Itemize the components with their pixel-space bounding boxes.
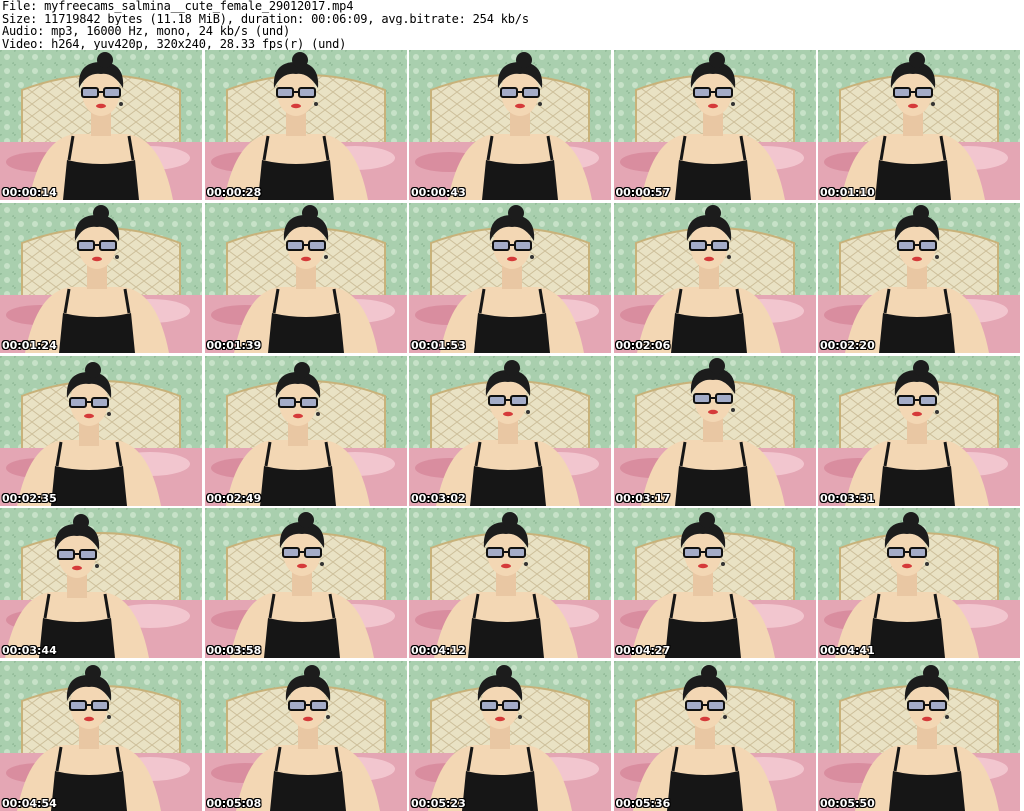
video-thumbnail: 00:03:44 (0, 508, 202, 659)
video-thumbnail: 00:03:58 (204, 508, 407, 659)
thumbnail-timestamp: 00:03:31 (820, 491, 875, 505)
thumbnail-frame-image (204, 661, 407, 811)
thumbnail-frame-image (613, 50, 816, 200)
thumbnail-timestamp: 00:03:02 (411, 491, 466, 505)
thumbnail-frame-image (613, 508, 816, 659)
thumbnail-timestamp: 00:01:10 (820, 186, 875, 199)
video-thumbnail: 00:04:12 (409, 508, 611, 659)
thumbnail-frame-image (613, 202, 816, 353)
thumbnail-timestamp: 00:04:12 (411, 644, 466, 658)
thumbnail-frame-image (818, 355, 1020, 506)
thumbnail-timestamp: 00:04:54 (2, 797, 57, 810)
video-thumbnail: 00:01:39 (204, 202, 407, 353)
thumbnail-frame-image (613, 661, 816, 811)
thumbnail-frame-image (0, 50, 202, 200)
video-thumbnail: 00:04:41 (818, 508, 1020, 659)
thumbnail-frame-image (204, 355, 407, 506)
thumbnail-frame-image (409, 661, 611, 811)
thumbnail-frame-image (0, 661, 202, 811)
video-thumbnail: 00:01:53 (409, 202, 611, 353)
thumbnail-frame-image (204, 202, 407, 353)
thumbnail-timestamp: 00:00:28 (206, 186, 262, 199)
audio-info-line: Audio: mp3, 16000 Hz, mono, 24 kb/s (und… (2, 25, 291, 38)
video-thumbnail: 00:01:10 (818, 50, 1020, 200)
video-thumbnail: 00:03:31 (818, 355, 1020, 506)
thumbnail-timestamp: 00:01:39 (206, 338, 262, 352)
thumbnail-timestamp: 00:03:58 (206, 644, 262, 658)
thumbnail-frame-image (0, 508, 202, 659)
thumbnail-frame-image (409, 355, 611, 506)
thumbnail-frame-image (409, 50, 611, 200)
video-thumbnail: 00:02:06 (613, 202, 816, 353)
thumbnail-grid: 00:00:14 00:00:28 00:00:43 00:00:57 00:0… (0, 50, 1024, 811)
thumbnail-timestamp: 00:04:27 (615, 644, 671, 658)
thumbnail-frame-image (0, 355, 202, 506)
video-thumbnail: 00:04:27 (613, 508, 816, 659)
video-thumbnail: 00:02:49 (204, 355, 407, 506)
thumbnail-timestamp: 00:03:44 (2, 644, 57, 658)
thumbnail-timestamp: 00:00:57 (615, 186, 671, 199)
video-thumbnail: 00:02:20 (818, 202, 1020, 353)
thumbnail-timestamp: 00:05:08 (206, 797, 262, 810)
thumbnail-timestamp: 00:01:53 (411, 338, 466, 352)
video-thumbnail: 00:02:35 (0, 355, 202, 506)
video-thumbnail: 00:05:08 (204, 661, 407, 811)
thumbnail-frame-image (409, 508, 611, 659)
thumbnail-frame-image (409, 202, 611, 353)
thumbnail-timestamp: 00:00:14 (2, 186, 57, 199)
thumbnail-timestamp: 00:05:50 (820, 797, 875, 810)
thumbnail-frame-image (818, 661, 1020, 811)
thumbnail-timestamp: 00:02:49 (206, 491, 262, 505)
thumbnail-timestamp: 00:02:35 (2, 491, 57, 505)
video-thumbnail: 00:03:02 (409, 355, 611, 506)
metadata-header: File: myfreecams_salmina__cute_female_29… (2, 0, 1022, 50)
thumbnail-frame-image (613, 355, 816, 506)
video-thumbnail: 00:05:36 (613, 661, 816, 811)
video-thumbnail: 00:00:57 (613, 50, 816, 200)
video-thumbnail: 00:00:43 (409, 50, 611, 200)
thumbnail-timestamp: 00:03:17 (615, 491, 671, 505)
thumbnail-timestamp: 00:01:24 (2, 338, 57, 352)
thumbnail-timestamp: 00:05:36 (615, 797, 671, 810)
video-thumbnail: 00:01:24 (0, 202, 202, 353)
video-thumbnail: 00:03:17 (613, 355, 816, 506)
thumbnail-frame-image (818, 50, 1020, 200)
thumbnail-frame-image (204, 508, 407, 659)
video-thumbnail: 00:04:54 (0, 661, 202, 811)
thumbnail-frame-image (818, 202, 1020, 353)
file-size-line: Size: 11719842 bytes (11.18 MiB), durati… (2, 12, 529, 25)
video-thumbnail: 00:00:14 (0, 50, 202, 200)
video-thumbnail: 00:05:50 (818, 661, 1020, 811)
file-name-line: File: myfreecams_salmina__cute_female_29… (2, 0, 354, 13)
video-thumbnail: 00:00:28 (204, 50, 407, 200)
thumbnail-timestamp: 00:05:23 (411, 797, 466, 810)
video-thumbnail: 00:05:23 (409, 661, 611, 811)
video-info-line: Video: h264, yuv420p, 320x240, 28.33 fps… (2, 37, 347, 50)
thumbnail-timestamp: 00:02:06 (615, 338, 671, 352)
thumbnail-frame-image (818, 508, 1020, 659)
thumbnail-timestamp: 00:00:43 (411, 186, 466, 199)
thumbnail-frame-image (0, 202, 202, 353)
thumbnail-timestamp: 00:02:20 (820, 338, 875, 352)
thumbnail-frame-image (204, 50, 407, 200)
thumbnail-timestamp: 00:04:41 (820, 644, 875, 658)
